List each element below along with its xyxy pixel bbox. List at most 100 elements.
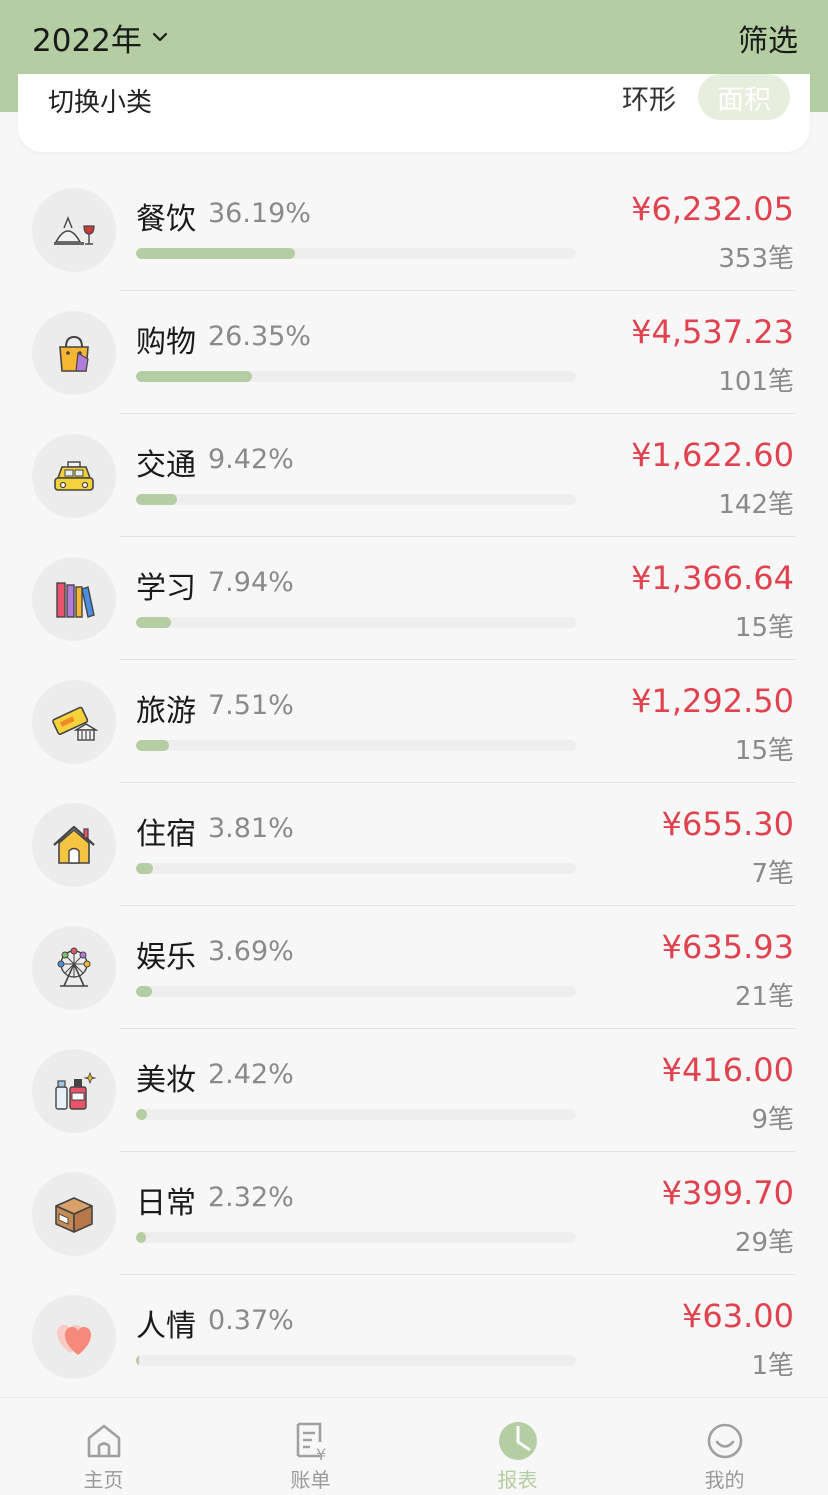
category-percent: 2.42% — [208, 1059, 294, 1090]
progress-fill — [136, 371, 252, 382]
progress-track — [136, 494, 576, 505]
ticket-icon — [32, 680, 116, 764]
svg-text:¥: ¥ — [316, 1445, 326, 1462]
category-name: 餐饮 — [136, 202, 196, 237]
progress-track — [136, 1355, 576, 1366]
tab-profile[interactable]: 我的 — [621, 1398, 828, 1495]
category-percent: 3.69% — [208, 936, 294, 967]
category-amount: ¥1,292.50 — [631, 682, 794, 720]
category-name: 旅游 — [136, 694, 196, 729]
books-icon — [32, 557, 116, 641]
tab-bill[interactable]: ¥ 账单 — [207, 1398, 414, 1495]
progress-fill — [136, 494, 178, 505]
category-list: 餐饮 36.19% ¥6,232.05 353笔 购物 26.35% ¥4,53… — [0, 168, 828, 1398]
bill-icon: ¥ — [296, 1422, 326, 1462]
category-count: 15笔 — [734, 736, 794, 766]
year-label: 2022年 — [32, 22, 142, 59]
category-name: 学习 — [136, 571, 196, 606]
category-row-gifts[interactable]: 人情 0.37% ¥63.00 1笔 — [0, 1275, 828, 1398]
category-row-transport[interactable]: 交通 9.42% ¥1,622.60 142笔 — [0, 414, 828, 537]
category-count: 15笔 — [734, 613, 794, 643]
progress-track — [136, 1232, 576, 1243]
tab-label: 报表 — [497, 1468, 538, 1492]
filter-button[interactable]: 筛选 — [738, 16, 798, 60]
progress-fill — [136, 1232, 147, 1243]
progress-fill — [136, 617, 171, 628]
category-percent: 26.35% — [208, 321, 311, 352]
category-count: 1笔 — [751, 1351, 794, 1381]
category-amount: ¥63.00 — [682, 1297, 794, 1335]
box-icon — [32, 1172, 116, 1256]
category-row-study[interactable]: 学习 7.94% ¥1,366.64 15笔 — [0, 537, 828, 660]
tab-report[interactable]: 报表 — [414, 1398, 621, 1495]
category-amount: ¥416.00 — [661, 1051, 794, 1089]
category-count: 21笔 — [734, 982, 794, 1012]
profile-icon — [707, 1423, 742, 1459]
progress-track — [136, 863, 576, 874]
category-row-daily[interactable]: 日常 2.32% ¥399.70 29笔 — [0, 1152, 828, 1275]
category-amount: ¥6,232.05 — [631, 190, 794, 228]
progress-fill — [136, 1109, 147, 1120]
category-amount: ¥4,537.23 — [631, 313, 794, 351]
category-name: 购物 — [136, 325, 196, 360]
progress-track — [136, 740, 576, 751]
progress-track — [136, 617, 576, 628]
ring-mode-button[interactable]: 环形 — [622, 78, 676, 117]
progress-fill — [136, 248, 296, 259]
year-selector[interactable]: 2022年 — [32, 16, 168, 59]
category-amount: ¥655.30 — [661, 805, 794, 843]
area-mode-button[interactable]: 面积 — [698, 74, 790, 120]
category-percent: 2.32% — [208, 1182, 294, 1213]
category-name: 日常 — [136, 1186, 196, 1221]
category-percent: 9.42% — [208, 444, 294, 475]
house-icon — [32, 803, 116, 887]
category-percent: 7.94% — [208, 567, 294, 598]
category-amount: ¥1,622.60 — [631, 436, 794, 474]
tab-home[interactable]: 主页 — [0, 1398, 207, 1495]
progress-fill — [136, 986, 153, 997]
category-count: 353笔 — [718, 244, 794, 274]
category-percent: 7.51% — [208, 690, 294, 721]
category-name: 娱乐 — [136, 940, 196, 975]
switch-subcategory-button[interactable]: 切换小类 — [48, 82, 152, 119]
progress-fill — [136, 863, 153, 874]
ferris-wheel-icon — [32, 926, 116, 1010]
tab-label: 主页 — [83, 1468, 124, 1492]
category-count: 7笔 — [751, 859, 794, 889]
chevron-down-icon — [152, 32, 168, 42]
category-percent: 36.19% — [208, 198, 311, 229]
progress-track — [136, 371, 576, 382]
taxi-icon — [32, 434, 116, 518]
category-row-entertainment[interactable]: 娱乐 3.69% ¥635.93 21笔 — [0, 906, 828, 1029]
category-row-travel[interactable]: 旅游 7.51% ¥1,292.50 15笔 — [0, 660, 828, 783]
heart-icon — [32, 1295, 116, 1379]
progress-track — [136, 248, 576, 259]
shopping-bag-icon — [32, 311, 116, 395]
report-icon — [498, 1422, 537, 1460]
cosmetics-icon — [32, 1049, 116, 1133]
category-amount: ¥399.70 — [661, 1174, 794, 1212]
category-amount: ¥635.93 — [661, 928, 794, 966]
category-row-lodging[interactable]: 住宿 3.81% ¥655.30 7笔 — [0, 783, 828, 906]
category-amount: ¥1,366.64 — [631, 559, 794, 597]
category-name: 美妆 — [136, 1063, 196, 1098]
category-name: 人情 — [136, 1309, 196, 1344]
category-count: 9笔 — [751, 1105, 794, 1135]
progress-fill — [136, 1355, 139, 1366]
category-percent: 0.37% — [208, 1305, 294, 1336]
category-row-dining[interactable]: 餐饮 36.19% ¥6,232.05 353笔 — [0, 168, 828, 291]
category-row-shopping[interactable]: 购物 26.35% ¥4,537.23 101笔 — [0, 291, 828, 414]
category-count: 142笔 — [718, 490, 794, 520]
category-count: 29笔 — [734, 1228, 794, 1258]
category-row-cosmetics[interactable]: 美妆 2.42% ¥416.00 9笔 — [0, 1029, 828, 1152]
progress-track — [136, 986, 576, 997]
header-bar: 2022年 筛选 — [0, 0, 828, 74]
tab-label: 账单 — [290, 1468, 331, 1492]
tab-label: 我的 — [704, 1468, 745, 1492]
home-icon — [87, 1424, 120, 1458]
dining-icon — [32, 188, 116, 272]
category-count: 101笔 — [718, 367, 794, 397]
bottom-tab-bar: 主页 ¥ 账单 报表 我的 — [0, 1397, 828, 1495]
progress-fill — [136, 740, 170, 751]
category-percent: 3.81% — [208, 813, 294, 844]
